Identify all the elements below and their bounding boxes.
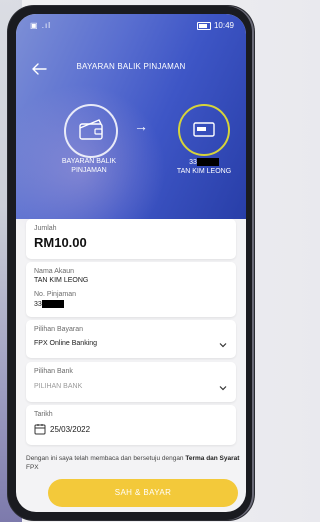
battery-icon (196, 21, 211, 30)
signal-indicator: ▣ .ıl (30, 21, 52, 30)
redacted-block (196, 158, 219, 167)
to-account-number: 33 (164, 158, 244, 167)
loan-no-value: 33 (34, 300, 64, 308)
to-caption: 33 TAN KIM LEONG (164, 158, 244, 176)
header-hero: ▣ .ıl 10:49 BAYARAN BALIK PINJAMAN → BAY… (16, 14, 246, 254)
card-icon (178, 104, 230, 156)
status-right: 10:49 (196, 21, 234, 30)
transfer-arrow-icon: → (134, 118, 148, 134)
date-field[interactable]: Tarikh 25/03/2022 (26, 405, 236, 445)
back-arrow-icon[interactable] (30, 60, 48, 78)
bank-choice-placeholder: PILIHAN BANK (34, 383, 83, 390)
account-name-label: Nama Akaun (34, 268, 75, 275)
terms-text: Dengan ini saya telah membaca dan berset… (26, 455, 240, 471)
payment-choice-value: FPX Online Banking (34, 340, 98, 347)
payment-choice-label: Pilihan Bayaran (34, 326, 84, 333)
calendar-icon (34, 424, 46, 435)
status-time: 10:49 (213, 21, 234, 30)
amount-value: RM10.00 (34, 235, 87, 250)
account-name-value: TAN KIM LEONG (34, 277, 89, 284)
bank-choice-label: Pilihan Bank (34, 368, 73, 375)
app-screen: ▣ .ıl 10:49 BAYARAN BALIK PINJAMAN → BAY… (16, 14, 246, 512)
terms-link[interactable]: Terma dan Syarat (185, 455, 239, 462)
status-bar: ▣ .ıl 10:49 (16, 14, 246, 36)
phone-frame: ▣ .ıl 10:49 BAYARAN BALIK PINJAMAN → BAY… (8, 6, 254, 520)
bank-choice-select[interactable]: Pilihan Bank PILIHAN BANK (26, 362, 236, 402)
from-caption: BAYARAN BALIK PINJAMAN (61, 158, 117, 174)
date-label: Tarikh (34, 411, 53, 418)
to-name: TAN KIM LEONG (176, 168, 232, 175)
loan-no-label: No. Pinjaman (34, 291, 77, 298)
wallet-icon (64, 104, 118, 158)
payment-choice-select[interactable]: Pilihan Bayaran FPX Online Banking (26, 320, 236, 358)
amount-card: Jumlah RM10.00 (26, 219, 236, 259)
redacted-block (41, 300, 64, 308)
page-title: BAYARAN BALIK PINJAMAN (76, 62, 186, 71)
chevron-down-icon (219, 343, 227, 348)
confirm-pay-button[interactable]: SAH & BAYAR (48, 479, 238, 507)
account-card: Nama Akaun TAN KIM LEONG No. Pinjaman 33 (26, 262, 236, 317)
chevron-down-icon (219, 386, 227, 391)
amount-label: Jumlah (34, 225, 57, 232)
date-value: 25/03/2022 (50, 425, 91, 434)
